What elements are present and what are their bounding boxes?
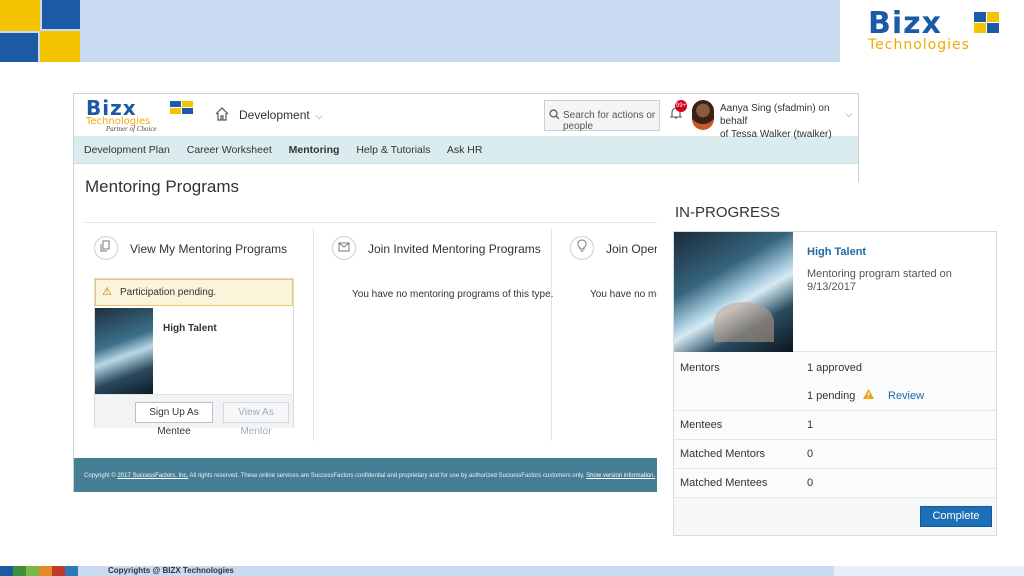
pending-notice: ⚠ Participation pending.: [95, 279, 293, 306]
in-progress-panel: IN-PROGRESS High Talent Mentoring progra…: [657, 182, 1000, 539]
app-logo[interactable]: Bizx Technologies Partner of Choice: [86, 98, 204, 133]
user-name[interactable]: Aanya Sing (sfadmin) on behalf of Tessa …: [720, 102, 840, 141]
program-card-footer: Sign Up As Mentee View As Mentor: [95, 394, 293, 437]
search-placeholder: Search for actions or people: [563, 110, 656, 132]
warning-icon: [862, 388, 875, 403]
warning-icon: ⚠: [102, 286, 112, 298]
mentees-value: 1: [807, 419, 814, 431]
module-label: Development: [239, 108, 310, 122]
user-name-line2: of Tessa Walker (twalker): [720, 129, 832, 140]
chevron-down-icon: ⌵: [315, 111, 323, 122]
lightbulb-icon: [570, 236, 594, 260]
program-image: [95, 308, 153, 394]
view-as-mentor-button[interactable]: View As Mentor: [223, 402, 289, 437]
program-description: Mentoring program started on 9/13/2017: [807, 268, 952, 293]
subnav-help-tutorials[interactable]: Help & Tutorials: [356, 144, 430, 156]
matched-mentees-value: 0: [807, 477, 814, 489]
footer-prefix: Copyright ©: [84, 473, 116, 479]
slide-copyright: Copyrights @ BIZX Technologies: [108, 566, 234, 575]
mentees-row: Mentees 1: [674, 411, 996, 440]
notification-badge: 99+: [675, 100, 687, 112]
home-icon[interactable]: [214, 106, 232, 124]
matched-mentees-label: Matched Mentees: [680, 477, 768, 489]
sub-navigation: Development Plan Career Worksheet Mentor…: [74, 137, 858, 164]
chevron-down-icon[interactable]: ⌵: [845, 109, 853, 120]
app-header: Bizx Technologies Partner of Choice Deve…: [74, 94, 858, 140]
bizx-logo-word: Bizx: [868, 6, 942, 41]
bizx-logo-sub: Technologies: [868, 37, 970, 53]
avatar[interactable]: [692, 100, 714, 130]
subnav-career-worksheet[interactable]: Career Worksheet: [187, 144, 272, 156]
program-image: [674, 232, 793, 352]
program-title-link[interactable]: High Talent: [807, 246, 866, 258]
subnav-ask-hr[interactable]: Ask HR: [447, 144, 483, 156]
matched-mentors-value: 0: [807, 448, 814, 460]
user-name-line1: Aanya Sing (sfadmin) on behalf: [720, 103, 830, 127]
matched-mentees-row: Matched Mentees 0: [674, 469, 996, 498]
program-name[interactable]: High Talent: [163, 323, 217, 334]
footer-copyright-link[interactable]: 2017 SuccessFactors, Inc.: [117, 473, 188, 479]
bizx-logo-squares: [974, 12, 1000, 34]
subnav-mentoring[interactable]: Mentoring: [289, 144, 340, 156]
app-logo-tagline: Partner of Choice: [106, 125, 157, 133]
invited-programs-title[interactable]: Join Invited Mentoring Programs: [368, 242, 541, 256]
bizx-logo: Bizx Technologies: [868, 6, 999, 53]
program-card: ⚠ Participation pending. High Talent Sig…: [94, 278, 294, 437]
mentors-pending: 1 pending: [807, 390, 856, 402]
panel-heading: IN-PROGRESS: [675, 204, 781, 221]
footer-right-band: [834, 566, 1024, 576]
footer-color-blocks: [0, 566, 80, 576]
matched-mentors-row: Matched Mentors 0: [674, 440, 996, 469]
pending-text: Participation pending.: [120, 287, 217, 298]
matched-mentors-label: Matched Mentors: [680, 448, 765, 460]
app-logo-squares: [170, 101, 194, 115]
mentees-label: Mentees: [680, 419, 723, 431]
complete-button[interactable]: Complete: [920, 506, 992, 527]
search-input[interactable]: Search for actions or people: [544, 100, 660, 132]
mentors-row: Mentors 1 approved 1 pending Review: [674, 352, 996, 411]
search-icon: [549, 109, 560, 123]
module-selector[interactable]: Development ⌵: [239, 108, 323, 122]
footer-text: All rights reserved. These online servic…: [189, 473, 585, 479]
my-programs-column: View My Mentoring Programs ⚠ Participati…: [84, 228, 314, 441]
subnav-development-plan[interactable]: Development Plan: [84, 144, 170, 156]
mentors-label: Mentors: [680, 362, 720, 374]
review-link[interactable]: Review: [888, 390, 924, 402]
my-programs-title[interactable]: View My Mentoring Programs: [130, 242, 287, 256]
invited-programs-column: Join Invited Mentoring Programs You have…: [322, 228, 554, 441]
footer-version-link[interactable]: Show version information.: [586, 473, 655, 479]
document-icon: [94, 236, 118, 260]
envelope-icon: [332, 236, 356, 260]
page-title: Mentoring Programs: [85, 177, 240, 196]
program-summary: High Talent Mentoring program started on…: [674, 232, 996, 352]
invited-empty-message: You have no mentoring programs of this t…: [352, 289, 554, 300]
in-progress-card: High Talent Mentoring program started on…: [673, 231, 997, 536]
sign-up-as-mentee-button[interactable]: Sign Up As Mentee: [135, 402, 213, 437]
mentors-approved: 1 approved: [807, 362, 863, 374]
corner-decoration: [0, 0, 80, 62]
